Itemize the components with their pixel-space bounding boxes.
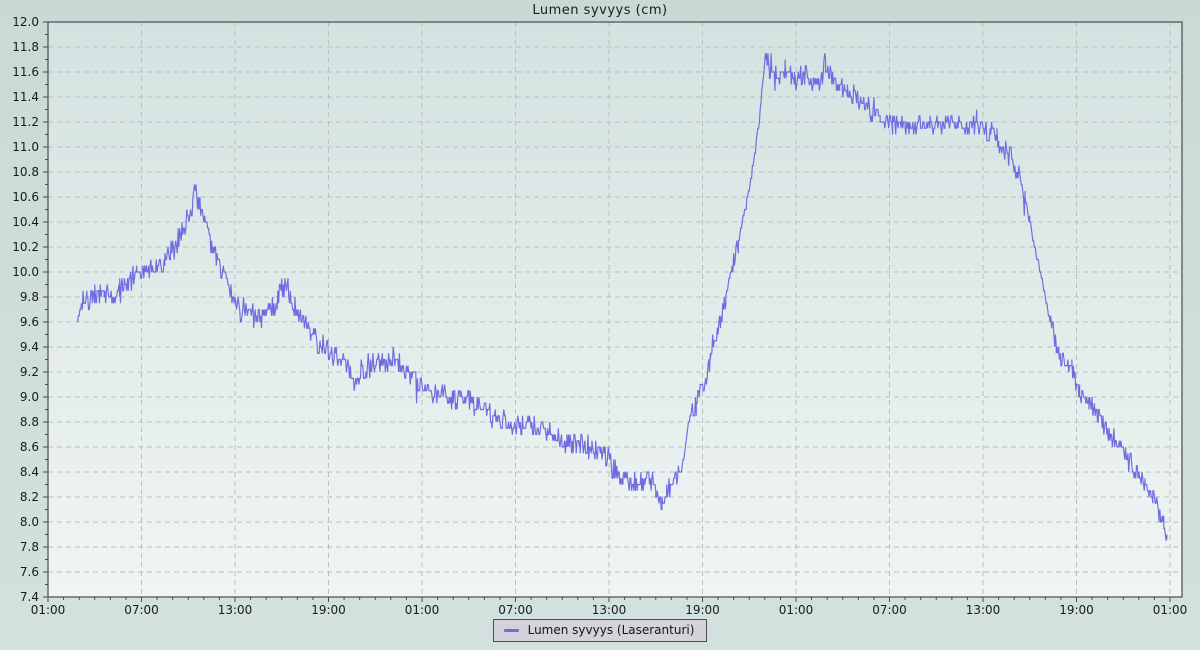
legend-line-swatch-icon (504, 629, 519, 632)
y-tick-label: 9.2 (20, 365, 39, 379)
y-tick-label: 8.8 (20, 415, 39, 429)
y-tick-label: 8.0 (20, 515, 39, 529)
y-tick-label: 9.4 (20, 340, 39, 354)
x-tick-label: 13:00 (966, 603, 1001, 617)
y-tick-label: 7.8 (20, 540, 39, 554)
y-tick-label: 11.4 (12, 90, 39, 104)
x-tick-label: 13:00 (592, 603, 627, 617)
y-tick-label: 11.8 (12, 40, 39, 54)
y-tick-label: 8.2 (20, 490, 39, 504)
y-tick-label: 8.6 (20, 440, 39, 454)
y-tick-label: 10.4 (12, 215, 39, 229)
x-tick-label: 01:00 (31, 603, 66, 617)
y-tick-label: 8.4 (20, 465, 39, 479)
x-tick-label: 01:00 (405, 603, 440, 617)
y-tick-label: 12.0 (12, 15, 39, 29)
legend-box: Lumen syvyys (Laseranturi) (493, 619, 708, 642)
y-tick-label: 10.6 (12, 190, 39, 204)
y-tick-label: 10.2 (12, 240, 39, 254)
x-tick-label: 07:00 (872, 603, 907, 617)
y-tick-label: 11.2 (12, 115, 39, 129)
y-tick-label: 9.8 (20, 290, 39, 304)
y-tick-label: 7.6 (20, 565, 39, 579)
x-tick-label: 07:00 (124, 603, 159, 617)
x-tick-label: 13:00 (218, 603, 253, 617)
y-tick-label: 9.6 (20, 315, 39, 329)
x-tick-label: 19:00 (311, 603, 346, 617)
snow-depth-chart-page: Lumen syvyys (cm) 7.47.67.88.08.28.48.68… (0, 0, 1200, 650)
x-tick-label: 19:00 (685, 603, 720, 617)
plot-area (48, 22, 1182, 597)
y-tick-label: 10.8 (12, 165, 39, 179)
y-tick-label: 11.0 (12, 140, 39, 154)
x-tick-label: 19:00 (1059, 603, 1094, 617)
y-tick-label: 10.0 (12, 265, 39, 279)
y-tick-label: 11.6 (12, 65, 39, 79)
y-tick-label: 7.4 (20, 590, 39, 604)
legend-label: Lumen syvyys (Laseranturi) (528, 623, 695, 637)
chart-canvas: 7.4 7.6 7.8 8.0 8.2 8.4 8.6 8.8 9.0 9.2 9.4 9.6 9.8 1… (0, 0, 1200, 650)
x-tick-label: 01:00 (1153, 603, 1188, 617)
y-tick-label: 9.0 (20, 390, 39, 404)
x-tick-label: 01:00 (779, 603, 814, 617)
x-tick-label: 07:00 (498, 603, 533, 617)
